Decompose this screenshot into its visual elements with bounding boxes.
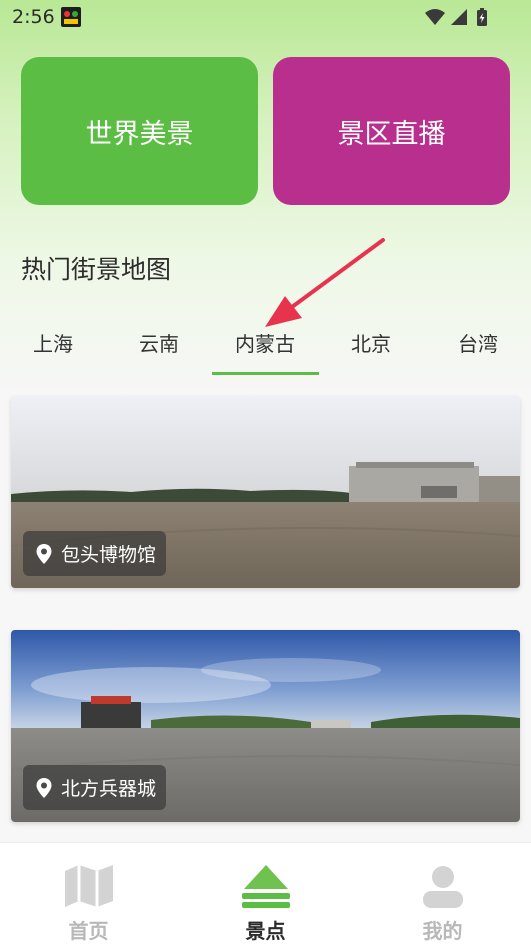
world-scenery-button[interactable]: 世界美景 bbox=[21, 57, 258, 205]
signal-icon bbox=[451, 9, 467, 25]
nav-home[interactable]: 首页 bbox=[0, 843, 177, 945]
nav-scenic-label: 景点 bbox=[245, 919, 286, 943]
wifi-icon bbox=[425, 9, 445, 25]
tab-selected-indicator bbox=[212, 372, 319, 375]
scenic-live-button[interactable]: 景区直播 bbox=[273, 57, 510, 205]
section-title: 热门街景地图 bbox=[21, 255, 172, 284]
spot-card[interactable]: 北方兵器城 bbox=[11, 630, 520, 822]
tab-inner-mongolia[interactable]: 内蒙古 bbox=[212, 322, 318, 374]
location-pin-icon bbox=[36, 777, 52, 798]
status-time: 2:56 bbox=[12, 6, 55, 28]
tab-beijing[interactable]: 北京 bbox=[318, 322, 424, 374]
tab-shanghai[interactable]: 上海 bbox=[0, 322, 106, 374]
nav-home-label: 首页 bbox=[68, 919, 109, 943]
person-icon bbox=[422, 866, 463, 908]
location-name: 北方兵器城 bbox=[61, 778, 157, 800]
app-notification-icon bbox=[61, 7, 81, 27]
app-screen: 2:56 世界美景 景区直播 热门街景地图 上海 云南 内蒙古 北京 台湾 包头… bbox=[0, 0, 531, 945]
spot-card[interactable]: 包头博物馆 bbox=[11, 396, 520, 588]
bottom-nav: 首页 景点 我的 bbox=[0, 842, 531, 945]
region-tabs: 上海 云南 内蒙古 北京 台湾 bbox=[0, 322, 531, 375]
scenic-live-label: 景区直播 bbox=[337, 118, 446, 150]
location-pin-icon bbox=[36, 543, 52, 564]
status-bar: 2:56 bbox=[0, 0, 531, 36]
system-status-icons bbox=[425, 8, 487, 26]
location-name: 包头博物馆 bbox=[61, 544, 157, 566]
nav-mine-label: 我的 bbox=[422, 919, 463, 943]
nav-scenic[interactable]: 景点 bbox=[177, 843, 354, 945]
map-icon bbox=[64, 865, 113, 907]
nav-mine[interactable]: 我的 bbox=[354, 843, 531, 945]
battery-icon bbox=[477, 8, 487, 26]
location-tag: 北方兵器城 bbox=[23, 765, 167, 810]
location-tag: 包头博物馆 bbox=[23, 531, 167, 576]
tab-yunnan[interactable]: 云南 bbox=[106, 322, 212, 374]
tab-taiwan[interactable]: 台湾 bbox=[425, 322, 531, 374]
world-scenery-label: 世界美景 bbox=[85, 118, 194, 150]
mountain-icon bbox=[241, 865, 290, 908]
